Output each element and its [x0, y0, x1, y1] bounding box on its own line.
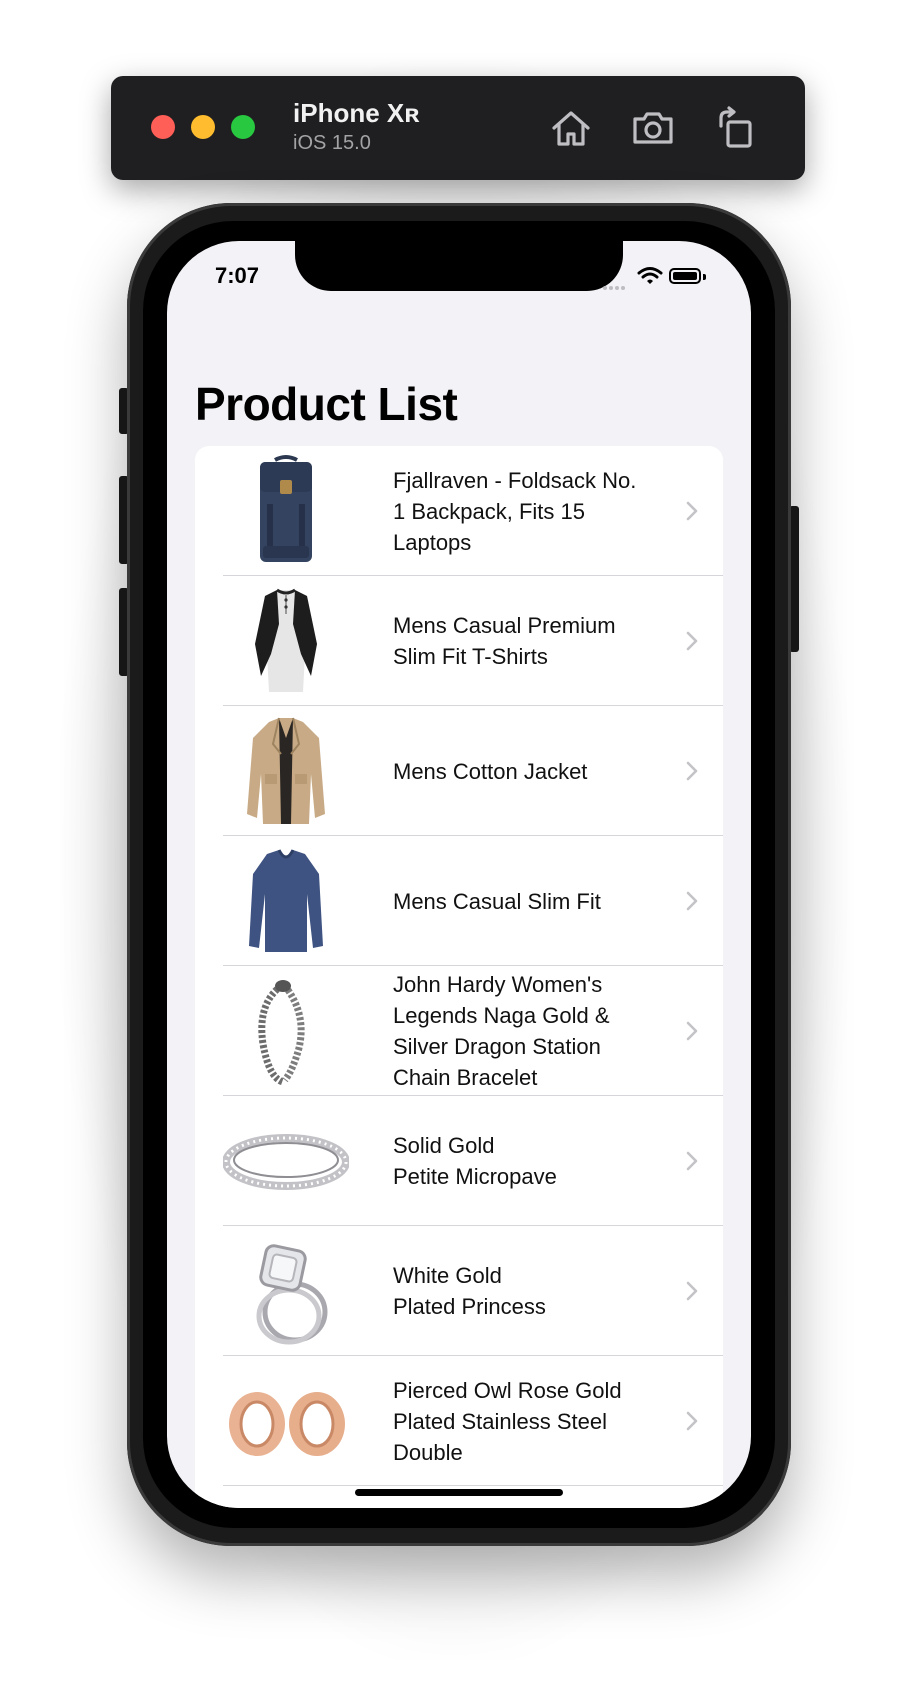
cellular-dots-icon — [603, 277, 631, 290]
notch — [295, 241, 623, 291]
rotate-icon — [719, 106, 752, 148]
home-indicator[interactable] — [355, 1489, 563, 1496]
rotate-button[interactable] — [711, 104, 759, 152]
product-title: Fjallraven - Foldsack No. 1 Backpack, Fi… — [393, 467, 637, 555]
product-title: Pierced Owl Rose Gold Plated Stainless S… — [393, 1377, 622, 1465]
device-name: iPhone Xʀ — [293, 98, 420, 128]
chevron-right-icon — [686, 1281, 698, 1301]
raglan-shirt-image — [223, 584, 349, 698]
product-row-bracelet[interactable]: John Hardy Women's Legends Naga Gold & S… — [195, 966, 723, 1096]
chevron-right-icon — [686, 1021, 698, 1041]
product-title: Mens Cotton Jacket — [393, 758, 588, 784]
status-time: 7:07 — [215, 263, 260, 288]
product-row-jacket[interactable]: Mens Cotton Jacket — [195, 706, 723, 836]
minimize-window-button[interactable] — [191, 115, 215, 139]
dragon-bracelet-image — [223, 974, 349, 1088]
jacket-image — [223, 714, 349, 828]
product-title: John Hardy Women's Legends Naga Gold & S… — [393, 972, 610, 1090]
product-title: Mens Casual Slim Fit — [393, 888, 601, 914]
chevron-right-icon — [686, 631, 698, 651]
screenshot-button[interactable] — [629, 104, 677, 152]
backpack-image — [223, 454, 349, 568]
status-icons — [603, 265, 723, 290]
princess-ring-image — [223, 1234, 349, 1348]
product-row-slim-fit[interactable]: Mens Casual Slim Fit — [195, 836, 723, 966]
battery-icon — [669, 268, 701, 284]
row-separator — [223, 1485, 723, 1486]
wifi-icon — [637, 267, 663, 284]
home-icon — [552, 111, 590, 146]
chevron-right-icon — [686, 1411, 698, 1431]
product-list: Fjallraven - Foldsack No. 1 Backpack, Fi… — [195, 446, 723, 1508]
rose-gold-plugs-image — [223, 1364, 349, 1478]
device-os-version: iOS 15.0 — [293, 132, 371, 154]
close-window-button[interactable] — [151, 115, 175, 139]
silver-ring-image — [223, 1104, 349, 1218]
page-title: Product List — [195, 378, 458, 430]
product-title: White Gold Plated Princess — [393, 1263, 546, 1319]
iphone-frame: 7:07 Product List Fjallraven - Foldsack … — [127, 203, 791, 1546]
long-sleeve-shirt-image — [223, 844, 349, 958]
chevron-right-icon — [686, 501, 698, 521]
zoom-window-button[interactable] — [231, 115, 255, 139]
product-row-micropave[interactable]: Solid Gold Petite Micropave — [195, 1096, 723, 1226]
chevron-right-icon — [686, 761, 698, 781]
simulator-toolbar: iPhone Xʀ iOS 15.0 — [111, 76, 805, 180]
battery-cap — [703, 274, 706, 280]
chevron-right-icon — [686, 891, 698, 911]
product-row-princess[interactable]: White Gold Plated Princess — [195, 1226, 723, 1356]
chevron-right-icon — [686, 1151, 698, 1171]
product-row-rose-gold[interactable]: Pierced Owl Rose Gold Plated Stainless S… — [195, 1356, 723, 1486]
phone-screen: 7:07 Product List Fjallraven - Foldsack … — [167, 241, 751, 1508]
home-button[interactable] — [547, 104, 595, 152]
product-row-backpack[interactable]: Fjallraven - Foldsack No. 1 Backpack, Fi… — [195, 446, 723, 576]
product-title: Solid Gold Petite Micropave — [393, 1133, 557, 1189]
product-row-tshirt[interactable]: Mens Casual Premium Slim Fit T-Shirts — [195, 576, 723, 706]
product-title: Mens Casual Premium Slim Fit T-Shirts — [393, 613, 616, 669]
screenshot-icon — [633, 112, 673, 144]
